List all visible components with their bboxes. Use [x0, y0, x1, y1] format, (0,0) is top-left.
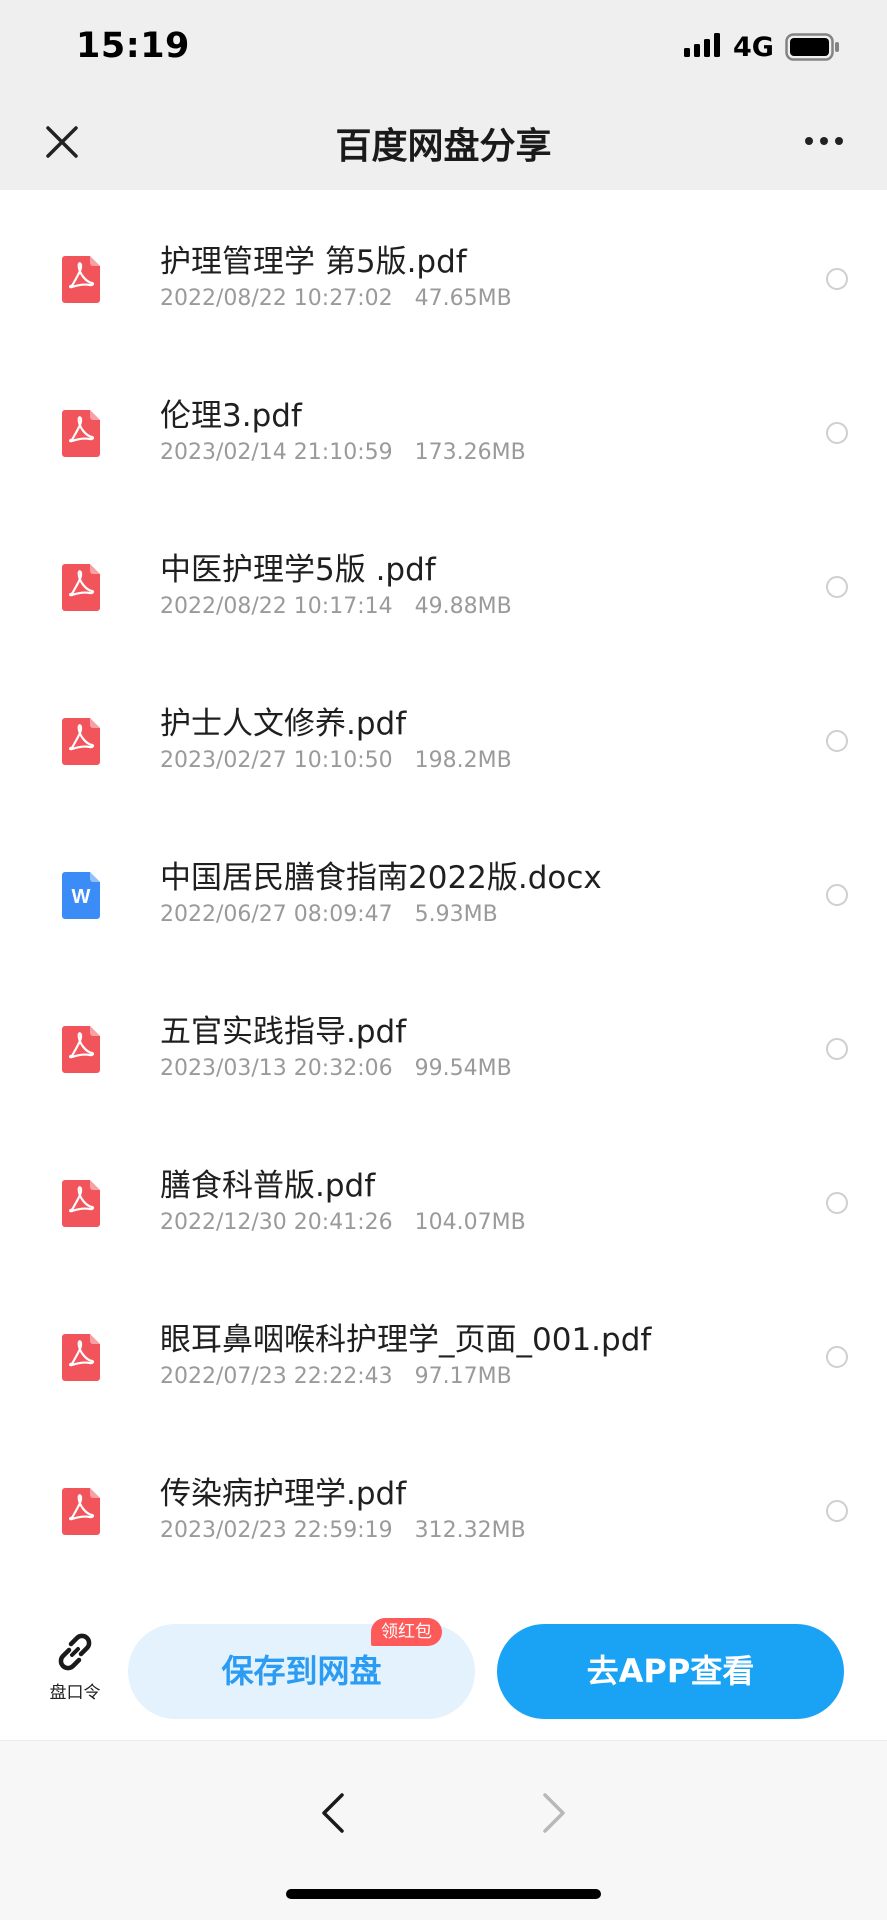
select-radio[interactable]: [826, 1192, 848, 1214]
file-name: 护士人文修养.pdf: [160, 706, 407, 742]
link-icon: [58, 1633, 92, 1671]
pdf-file-icon: [62, 718, 100, 765]
red-packet-badge: 领红包: [371, 1618, 442, 1646]
file-meta: 2022/06/27 08:09:47 5.93MB: [160, 902, 498, 927]
file-date: 2022/08/22 10:17:14: [160, 594, 393, 619]
select-radio[interactable]: [826, 1038, 848, 1060]
pdf-file-icon: [62, 1180, 100, 1227]
action-bar: 盘口令 保存到网盘 领红包 去APP查看: [0, 1590, 887, 1740]
file-size: 312.32MB: [414, 1518, 526, 1543]
file-size: 97.17MB: [414, 1364, 512, 1389]
file-date: 2022/06/27 08:09:47: [160, 902, 393, 927]
file-size: 173.26MB: [414, 440, 526, 465]
file-size: 104.07MB: [414, 1210, 526, 1235]
file-name: 传染病护理学.pdf: [160, 1476, 407, 1512]
file-name: 五官实践指导.pdf: [160, 1014, 407, 1050]
file-name: 膳食科普版.pdf: [160, 1168, 376, 1204]
file-meta: 2023/03/13 20:32:06 99.54MB: [160, 1056, 512, 1081]
pdf-file-icon: [62, 1488, 100, 1535]
pankouling-button[interactable]: 盘口令: [40, 1630, 110, 1710]
select-radio[interactable]: [826, 576, 848, 598]
pdf-file-icon: [62, 1334, 100, 1381]
status-bar: 15:19 4G: [0, 0, 887, 95]
file-size: 198.2MB: [414, 748, 512, 773]
file-size: 47.65MB: [414, 286, 512, 311]
file-date: 2023/02/27 10:10:50: [160, 748, 393, 773]
file-name: 中国居民膳食指南2022版.docx: [160, 860, 602, 896]
file-meta: 2022/08/22 10:17:14 49.88MB: [160, 594, 512, 619]
nav-bar: 百度网盘分享: [0, 95, 887, 190]
select-radio[interactable]: [826, 1346, 848, 1368]
file-row[interactable]: W 中国居民膳食指南2022版.docx 2022/06/27 08:09:47…: [0, 806, 887, 960]
file-date: 2023/03/13 20:32:06: [160, 1056, 393, 1081]
browser-toolbar: [0, 1740, 887, 1920]
open-app-button[interactable]: 去APP查看: [497, 1624, 844, 1719]
file-date: 2022/08/22 10:27:02: [160, 286, 393, 311]
pdf-file-icon: [62, 410, 100, 457]
back-icon[interactable]: [318, 1791, 350, 1835]
pdf-file-icon: [62, 564, 100, 611]
select-radio[interactable]: [826, 884, 848, 906]
file-date: 2023/02/14 21:10:59: [160, 440, 393, 465]
word-file-icon: W: [62, 872, 100, 919]
file-row[interactable]: 眼耳鼻咽喉科护理学_页面_001.pdf 2022/07/23 22:22:43…: [0, 1268, 887, 1422]
file-row[interactable]: 伦理3.pdf 2023/02/14 21:10:59 173.26MB: [0, 344, 887, 498]
file-row[interactable]: 护士人文修养.pdf 2023/02/27 10:10:50 198.2MB: [0, 652, 887, 806]
file-row[interactable]: 五官实践指导.pdf 2023/03/13 20:32:06 99.54MB: [0, 960, 887, 1114]
file-meta: 2023/02/27 10:10:50 198.2MB: [160, 748, 512, 773]
battery-icon: [785, 33, 839, 61]
file-meta: 2022/07/23 22:22:43 97.17MB: [160, 1364, 512, 1389]
select-radio[interactable]: [826, 268, 848, 290]
file-meta: 2023/02/14 21:10:59 173.26MB: [160, 440, 526, 465]
file-name: 眼耳鼻咽喉科护理学_页面_001.pdf: [160, 1322, 652, 1358]
file-row[interactable]: 膳食科普版.pdf 2022/12/30 20:41:26 104.07MB: [0, 1114, 887, 1268]
file-meta: 2022/08/22 10:27:02 47.65MB: [160, 286, 512, 311]
file-size: 49.88MB: [414, 594, 512, 619]
forward-icon[interactable]: [537, 1791, 569, 1835]
file-row[interactable]: 中医护理学5版 .pdf 2022/08/22 10:17:14 49.88MB: [0, 498, 887, 652]
file-date: 2022/12/30 20:41:26: [160, 1210, 393, 1235]
file-meta: 2022/12/30 20:41:26 104.07MB: [160, 1210, 526, 1235]
pankouling-label: 盘口令: [49, 1683, 101, 1703]
file-date: 2022/07/23 22:22:43: [160, 1364, 393, 1389]
more-icon[interactable]: [804, 135, 844, 147]
select-radio[interactable]: [826, 422, 848, 444]
file-row[interactable]: 护理管理学 第5版.pdf 2022/08/22 10:27:02 47.65MB: [0, 190, 887, 344]
file-size: 99.54MB: [414, 1056, 512, 1081]
file-meta: 2023/02/23 22:59:19 312.32MB: [160, 1518, 526, 1543]
network-label: 4G: [733, 32, 774, 63]
file-list: 护理管理学 第5版.pdf 2022/08/22 10:27:02 47.65MB…: [0, 190, 887, 1590]
file-name: 伦理3.pdf: [160, 398, 302, 434]
file-row[interactable]: 传染病护理学.pdf 2023/02/23 22:59:19 312.32MB: [0, 1422, 887, 1576]
file-name: 护理管理学 第5版.pdf: [160, 244, 467, 280]
select-radio[interactable]: [826, 1500, 848, 1522]
file-size: 5.93MB: [414, 902, 498, 927]
svg-text:W: W: [72, 886, 91, 908]
pdf-file-icon: [62, 256, 100, 303]
pdf-file-icon: [62, 1026, 100, 1073]
signal-icon: [684, 33, 720, 57]
home-indicator: [286, 1889, 601, 1899]
file-date: 2023/02/23 22:59:19: [160, 1518, 393, 1543]
status-time: 15:19: [76, 26, 190, 66]
page-title: 百度网盘分享: [335, 126, 552, 167]
file-name: 中医护理学5版 .pdf: [160, 552, 436, 588]
select-radio[interactable]: [826, 730, 848, 752]
